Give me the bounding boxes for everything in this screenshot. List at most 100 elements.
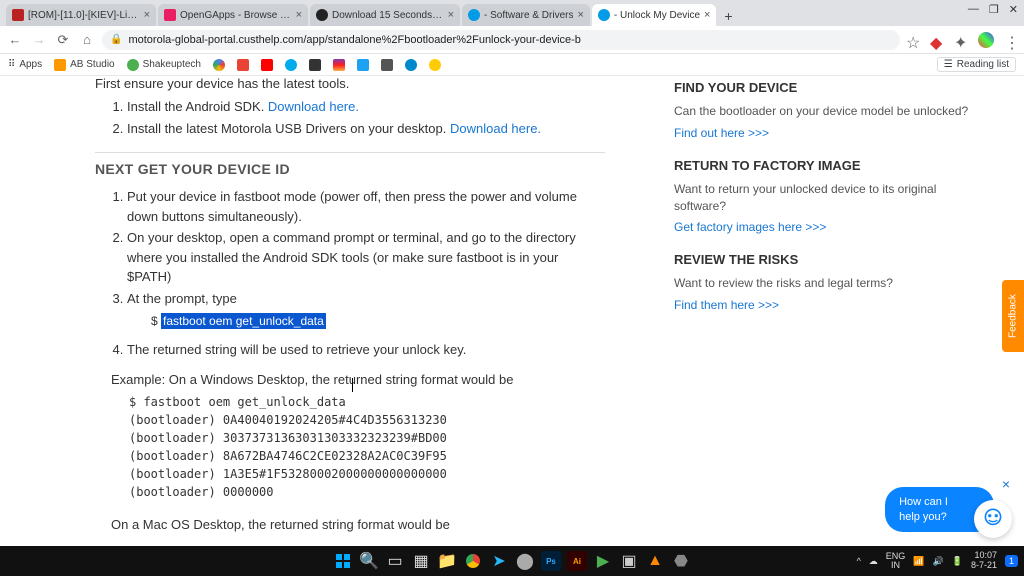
bm-icon[interactable]: [429, 59, 441, 71]
notification-icon[interactable]: 1: [1005, 555, 1018, 567]
side-text: Want to review the risks and legal terms…: [674, 275, 984, 292]
battery-icon[interactable]: 🔋: [952, 556, 963, 567]
factory-images-link[interactable]: Get factory images here >>>: [674, 220, 984, 234]
find-device-link[interactable]: Find out here >>>: [674, 126, 984, 140]
chat-line: How can I: [899, 495, 948, 509]
bm-youtube-icon[interactable]: [261, 59, 273, 71]
output-block: $ fastboot oem get_unlock_data (bootload…: [95, 393, 605, 501]
app-icon[interactable]: ⬣: [671, 551, 691, 571]
close-window-icon[interactable]: ✕: [1009, 3, 1018, 16]
tab-label: - Unlock My Device: [614, 10, 700, 21]
page-content: First ensure your device has the latest …: [0, 76, 1024, 546]
home-button[interactable]: ⌂: [78, 31, 96, 49]
terminal-icon[interactable]: ▣: [619, 551, 639, 571]
side-heading: FIND YOUR DEVICE: [674, 80, 984, 95]
volume-icon[interactable]: 🔊: [933, 556, 944, 567]
close-icon[interactable]: ×: [577, 9, 583, 21]
bm-twitter-icon[interactable]: [357, 59, 369, 71]
tray-chevron-icon[interactable]: ^: [857, 556, 861, 566]
bm-favicon: [54, 59, 66, 71]
bookmark-ab[interactable]: AB Studio: [54, 59, 114, 71]
tab-3[interactable]: - Software & Drivers×: [462, 4, 590, 26]
clock[interactable]: 10:078-7-21: [971, 551, 997, 571]
tab-0[interactable]: [ROM]-[11.0]-[KIEV]-Lineage×: [6, 4, 156, 26]
close-icon[interactable]: ×: [704, 9, 710, 21]
star-icon[interactable]: ☆: [906, 33, 920, 47]
profile-icon[interactable]: [978, 32, 994, 48]
photoshop-icon[interactable]: Ps: [541, 551, 561, 571]
bm-icon[interactable]: [285, 59, 297, 71]
minimize-icon[interactable]: —: [968, 3, 979, 16]
favicon: [12, 9, 24, 21]
wifi-icon[interactable]: 📶: [913, 556, 924, 567]
vlc-icon[interactable]: ▲: [645, 551, 665, 571]
app-icon[interactable]: ▶: [593, 551, 613, 571]
close-icon[interactable]: ×: [144, 9, 150, 21]
list-item: The returned string will be used to retr…: [127, 340, 605, 360]
tab-1[interactable]: OpenGApps - Browse /arm64×: [158, 4, 308, 26]
bm-insta-icon[interactable]: [333, 59, 345, 71]
explorer-icon[interactable]: 📁: [437, 551, 457, 571]
lock-icon: 🔒: [110, 34, 122, 45]
bm-label: Shakeuptech: [143, 59, 201, 70]
illustrator-icon[interactable]: Ai: [567, 551, 587, 571]
taskbar-center: 🔍 ▭ ▦ 📁 ➤ ⬤ Ps Ai ▶ ▣ ▲ ⬣: [333, 551, 691, 571]
url-text: motorola-global-portal.custhelp.com/app/…: [128, 34, 580, 46]
tab-2[interactable]: Download 15 Seconds ADB I ×: [310, 4, 460, 26]
start-button[interactable]: [333, 551, 353, 571]
bm-icon[interactable]: [309, 59, 321, 71]
reload-button[interactable]: ⟳: [54, 31, 72, 49]
bm-label: Reading list: [957, 59, 1009, 70]
language-indicator[interactable]: ENGIN: [886, 552, 906, 570]
selected-command[interactable]: fastboot oem get_unlock_data: [161, 313, 326, 329]
chatbot-icon[interactable]: [974, 500, 1012, 538]
extension-icon[interactable]: ◆: [930, 33, 944, 47]
bookmark-shake[interactable]: Shakeuptech: [127, 59, 201, 71]
close-icon[interactable]: ×: [296, 9, 302, 21]
taskview-icon[interactable]: ▭: [385, 551, 405, 571]
side-text: Can the bootloader on your device model …: [674, 103, 984, 120]
menu-icon[interactable]: ⋮: [1004, 33, 1018, 47]
favicon: [164, 9, 176, 21]
chrome-icon[interactable]: [463, 551, 483, 571]
list-item: Install the Android SDK. Download here.: [127, 97, 605, 117]
chat-line: help you?: [899, 510, 948, 524]
apps-button[interactable]: ⠿Apps: [8, 59, 42, 70]
bm-label: AB Studio: [70, 59, 114, 70]
tab-label: Download 15 Seconds ADB I: [332, 10, 444, 21]
download-drivers-link[interactable]: Download here.: [450, 121, 541, 136]
bm-google-icon[interactable]: [213, 59, 225, 71]
side-text: Want to return your unlocked device to i…: [674, 181, 984, 215]
app-icon[interactable]: ⬤: [515, 551, 535, 571]
bm-gmail-icon[interactable]: [237, 59, 249, 71]
review-risks-link[interactable]: Find them here >>>: [674, 298, 984, 312]
bm-icon[interactable]: [381, 59, 393, 71]
tab-strip: [ROM]-[11.0]-[KIEV]-Lineage× OpenGApps -…: [0, 0, 1024, 26]
widgets-icon[interactable]: ▦: [411, 551, 431, 571]
download-sdk-link[interactable]: Download here.: [268, 99, 359, 114]
new-tab-button[interactable]: +: [718, 6, 738, 26]
onedrive-icon[interactable]: ☁: [869, 556, 878, 567]
intro-text: First ensure your device has the latest …: [95, 76, 605, 91]
bm-favicon: [127, 59, 139, 71]
mac-text: On a Mac OS Desktop, the returned string…: [111, 517, 605, 532]
li-text: Install the Android SDK.: [127, 99, 268, 114]
maximize-icon[interactable]: ❐: [989, 3, 999, 16]
feedback-tab[interactable]: Feedback: [1002, 280, 1024, 352]
url-input[interactable]: 🔒 motorola-global-portal.custhelp.com/ap…: [102, 30, 900, 50]
puzzle-icon[interactable]: ✦: [954, 33, 968, 47]
close-icon[interactable]: ×: [448, 9, 454, 21]
favicon: [468, 9, 480, 21]
tab-4-active[interactable]: - Unlock My Device ×: [592, 4, 717, 26]
bm-icon[interactable]: [405, 59, 417, 71]
list-icon: ☰: [944, 59, 953, 70]
telegram-icon[interactable]: ➤: [489, 551, 509, 571]
example-text: Example: On a Windows Desktop, the retur…: [111, 372, 605, 387]
chat-close-icon[interactable]: ×: [1002, 476, 1010, 492]
favicon: [598, 9, 610, 21]
reading-list-button[interactable]: ☰ Reading list: [937, 57, 1016, 72]
search-icon[interactable]: 🔍: [359, 551, 379, 571]
forward-button[interactable]: →: [30, 31, 48, 49]
back-button[interactable]: ←: [6, 31, 24, 49]
li-text: Install the latest Motorola USB Drivers …: [127, 121, 450, 136]
